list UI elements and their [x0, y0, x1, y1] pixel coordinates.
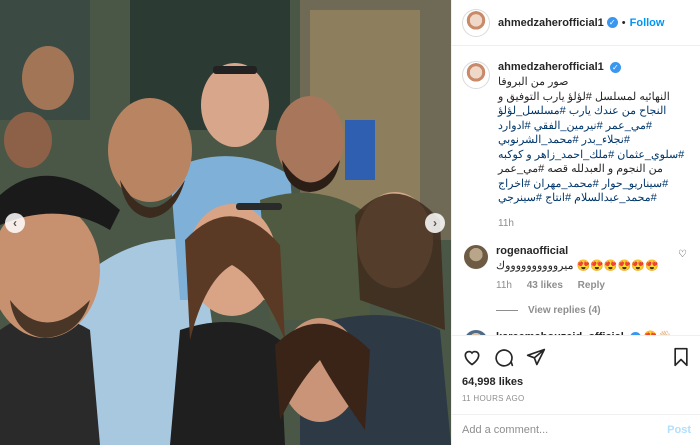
caption-text: صور من البروفا النهائيه لمسلسل #لؤلؤ يار…	[498, 75, 691, 206]
post-timestamp[interactable]: 11 HOURS AGO	[462, 394, 691, 403]
caption-line: من النجوم و العبدلله قصه #مي_عمر	[498, 163, 663, 175]
comments-section[interactable]: ahmedzaherofficial1 ✓ صور من البروفا الن…	[452, 47, 700, 335]
author-username[interactable]: ahmedzaherofficial1	[498, 17, 604, 29]
heart-icon[interactable]	[462, 347, 482, 367]
view-replies-label: View replies (4)	[528, 304, 601, 316]
add-comment-bar: Post	[452, 414, 700, 445]
comment-icon[interactable]	[494, 347, 514, 367]
chevron-right-icon: ›	[433, 216, 437, 230]
caption-line[interactable]: #محمد_عبدالسلام #انتاج #سينرجي	[498, 191, 691, 206]
post-actions: 64,998 likes 11 HOURS AGO	[452, 335, 700, 403]
caption-line[interactable]: النجاح من عندك يارب #مسلسل_لؤلؤ	[498, 104, 691, 119]
heart-outline-icon[interactable]: ♡	[678, 249, 687, 260]
caption-author-avatar[interactable]	[462, 61, 490, 89]
carousel-prev-button[interactable]: ‹	[5, 213, 25, 233]
chevron-left-icon: ‹	[13, 216, 17, 230]
commenter-username[interactable]: rogenaofficial	[496, 245, 568, 257]
comment-meta: 11h 43 likes Reply	[496, 280, 691, 291]
separator-dot: •	[621, 16, 626, 29]
comment-time[interactable]: 11h	[496, 280, 512, 291]
caption-line[interactable]: #سلوي_عثمان #ملك_احمد_زاهر و كوكبه	[498, 148, 691, 163]
caption-username[interactable]: ahmedzaherofficial1	[498, 61, 604, 73]
view-replies-button[interactable]: View replies (4)	[496, 305, 691, 316]
caption: ahmedzaherofficial1 ✓ صور من البروفا الن…	[462, 61, 691, 229]
caption-line: النهائيه لمسلسل #لؤلؤ يارب التوفيق و	[498, 90, 670, 103]
post-side-panel: ahmedzaherofficial1 ✓ • Follow ahmedzahe…	[451, 0, 700, 445]
caption-line: صور من البروفا	[498, 76, 569, 88]
caption-line[interactable]: #سيناريو_حوار #محمد_مهران #اخراج	[498, 177, 691, 192]
author-avatar[interactable]	[462, 8, 490, 37]
bookmark-icon[interactable]	[671, 347, 691, 367]
likes-count[interactable]: 64,998 likes	[462, 376, 691, 388]
carousel-next-button[interactable]: ›	[425, 213, 445, 233]
comment-likes[interactable]: 43 likes	[527, 280, 563, 291]
group-selfie-image	[0, 0, 451, 445]
post-header: ahmedzaherofficial1 ✓ • Follow	[452, 0, 700, 46]
verified-badge-icon: ✓	[609, 62, 621, 73]
caption-line[interactable]: #مي_عمر #نيرمين_الفقي #ادوارد	[498, 119, 691, 134]
post-comment-button[interactable]: Post	[667, 424, 691, 436]
replies-divider	[496, 309, 518, 311]
comment-input[interactable]	[462, 424, 668, 436]
action-icons	[462, 346, 691, 368]
verified-badge-icon: ✓	[606, 17, 618, 28]
comment-item: rogenaofficial ميرووووووووووك 😍😍😍😍😍😍 11h…	[462, 244, 691, 291]
post-photo[interactable]: ‹ ›	[0, 0, 451, 445]
comment-text: ميرووووووووووك 😍😍😍😍😍😍	[496, 259, 659, 272]
caption-timestamp[interactable]: 11h	[498, 218, 691, 229]
commenter-avatar[interactable]	[464, 244, 488, 269]
caption-line[interactable]: #نجلاء_بدر #محمد_الشرنوبي	[498, 133, 691, 148]
reply-button[interactable]: Reply	[578, 280, 605, 291]
follow-button[interactable]: Follow	[630, 17, 665, 29]
share-icon[interactable]	[526, 347, 546, 367]
